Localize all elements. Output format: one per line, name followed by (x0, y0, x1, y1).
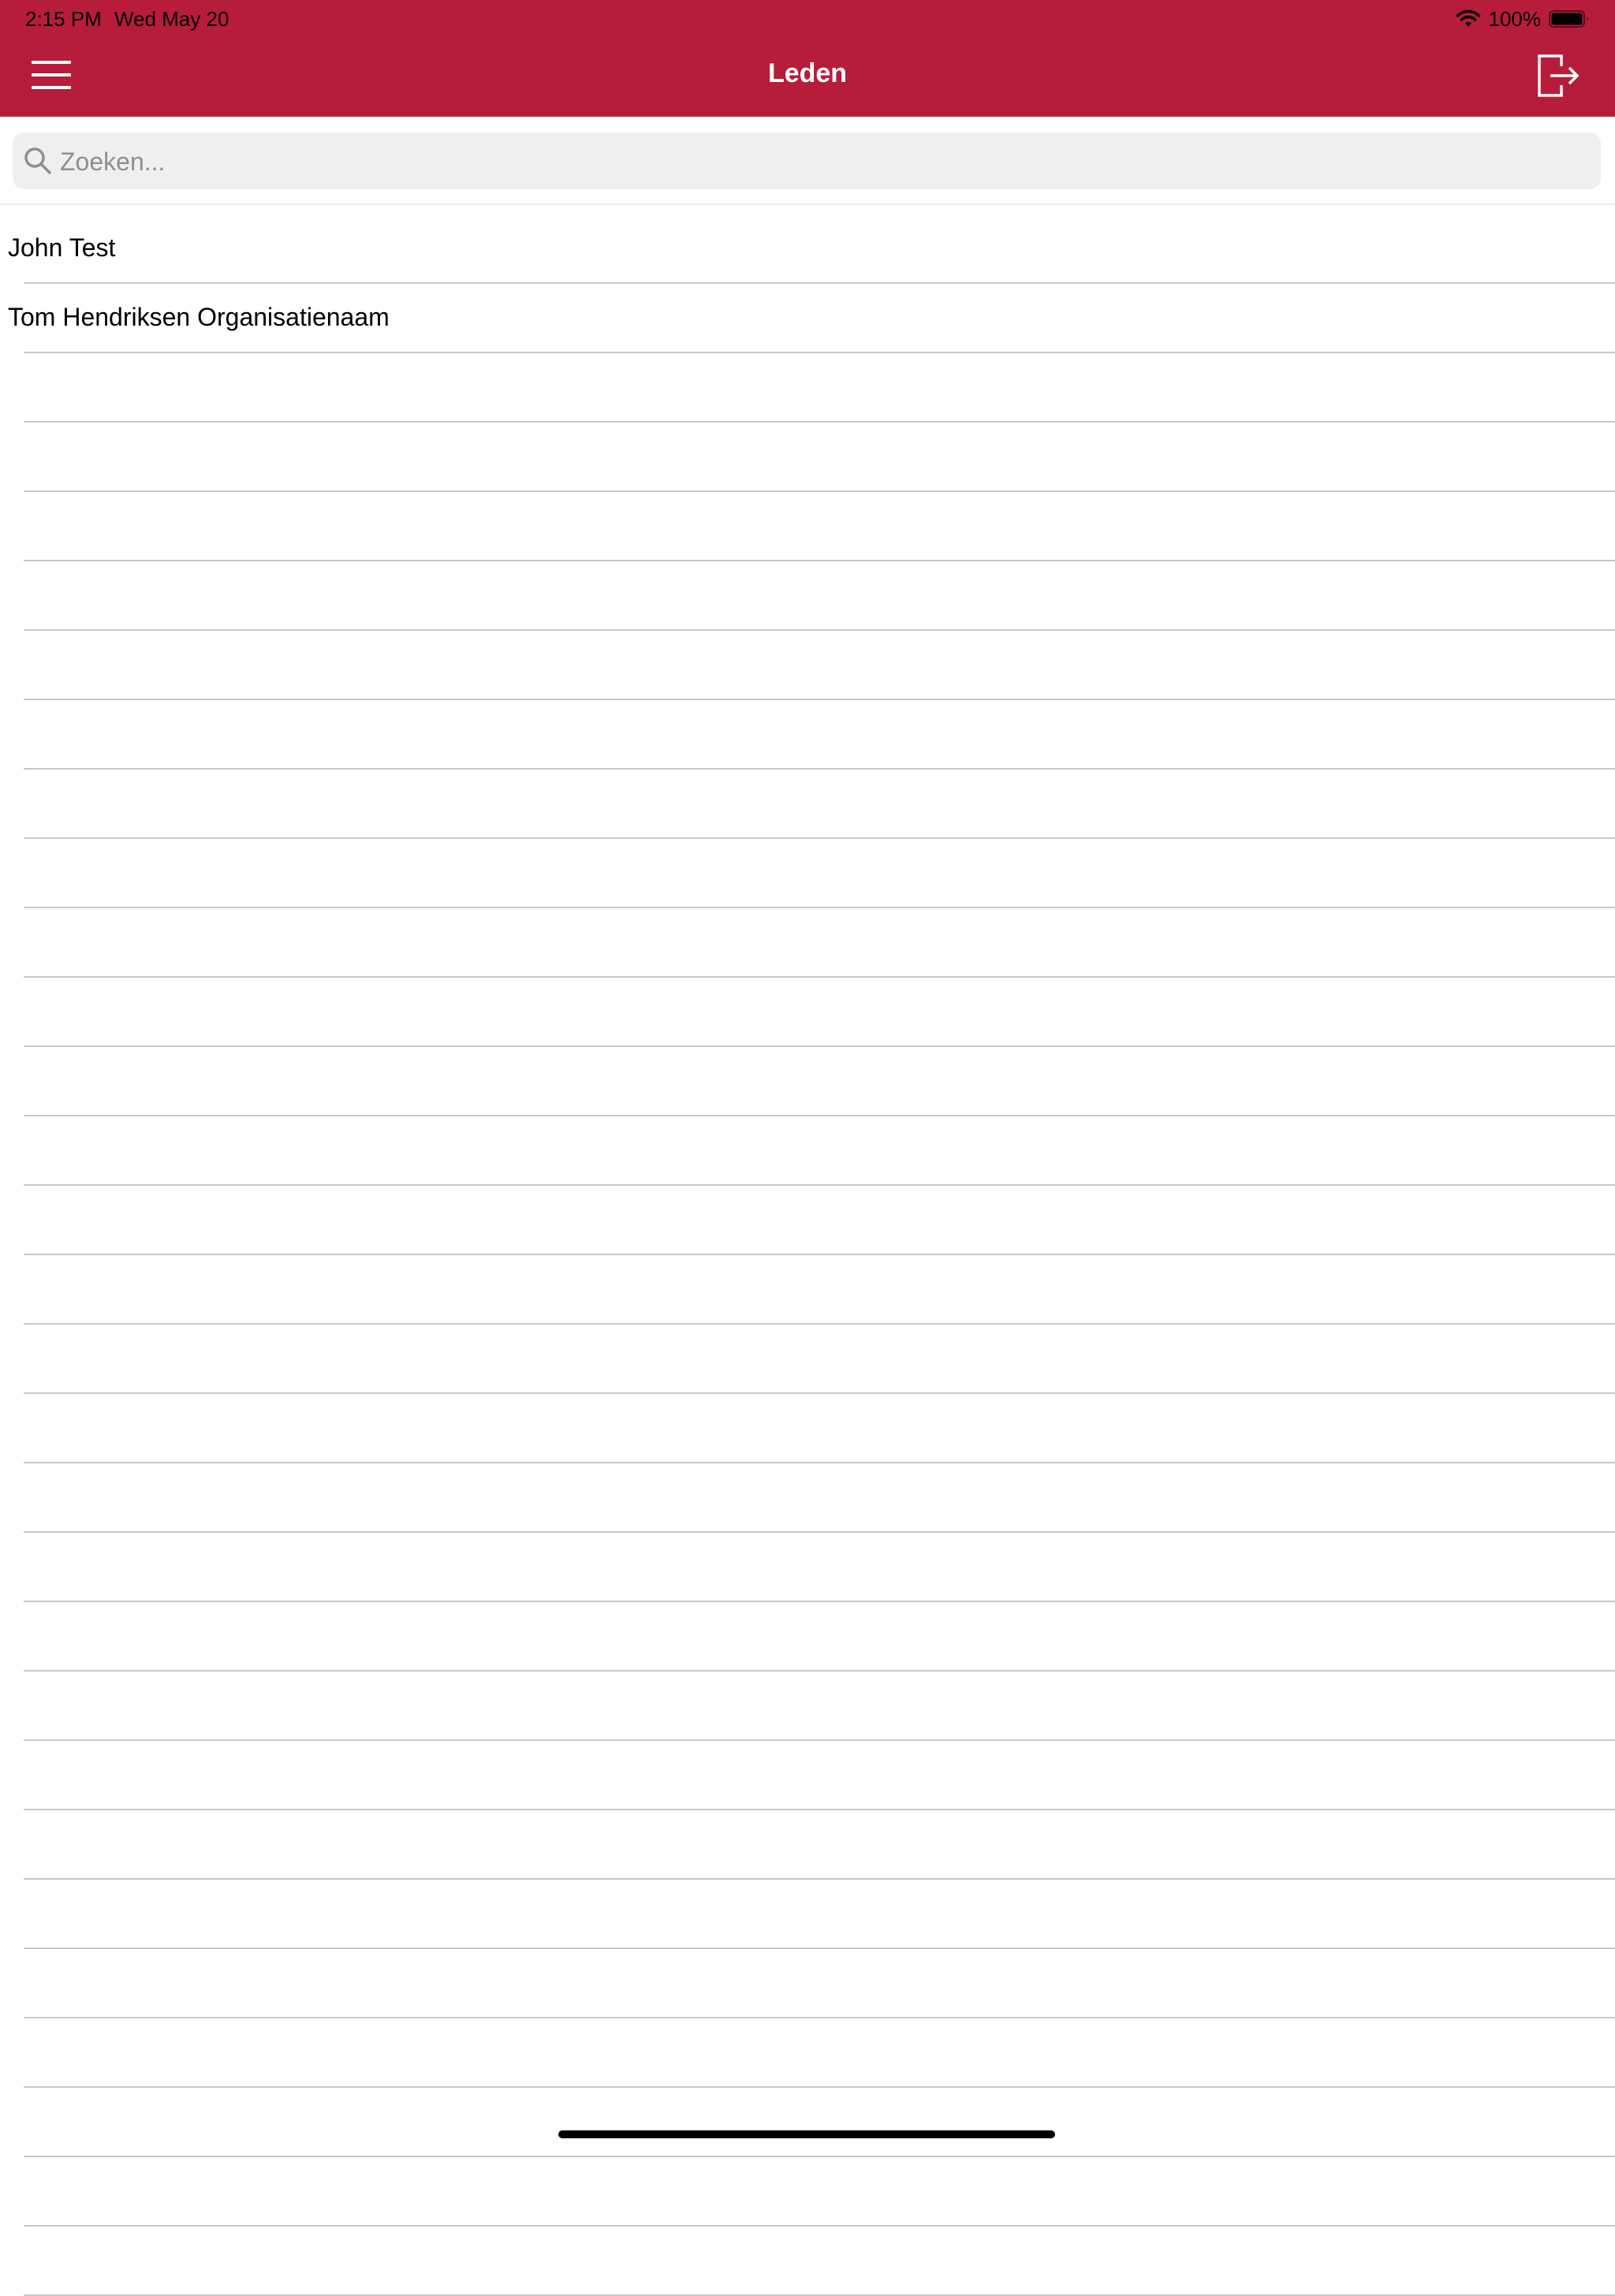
search-divider (0, 203, 1615, 205)
battery-percentage: 100% (1488, 6, 1542, 31)
list-item[interactable] (0, 1047, 1615, 1116)
list-item[interactable] (0, 839, 1615, 908)
list-item[interactable] (0, 2018, 1615, 2088)
member-list: John Test Tom Hendriksen Organisatienaam (0, 214, 1615, 2296)
search-input[interactable] (58, 132, 1591, 191)
list-item[interactable] (0, 2157, 1615, 2227)
list-item[interactable] (0, 1463, 1615, 1533)
list-item[interactable] (0, 1116, 1615, 1186)
list-item[interactable] (0, 492, 1615, 561)
home-indicator (558, 2130, 1055, 2138)
status-time: 2:15 PM (25, 7, 102, 31)
list-item[interactable] (0, 1672, 1615, 1741)
navigation-bar: 2:15 PM Wed May 20 100% Leden (0, 0, 1615, 117)
list-item[interactable]: John Test (0, 214, 1615, 284)
battery-icon (1549, 10, 1588, 28)
list-item[interactable] (0, 2227, 1615, 2296)
status-date: Wed May 20 (114, 7, 229, 31)
list-item[interactable] (0, 423, 1615, 492)
list-item[interactable]: Tom Hendriksen Organisatienaam (0, 284, 1615, 353)
logout-icon (1538, 54, 1580, 97)
list-item[interactable] (0, 700, 1615, 770)
list-item[interactable] (0, 1602, 1615, 1672)
list-item[interactable] (0, 1880, 1615, 1949)
search-icon (24, 147, 51, 174)
list-item[interactable] (0, 2088, 1615, 2157)
list-item[interactable] (0, 1394, 1615, 1463)
list-item[interactable] (0, 1533, 1615, 1602)
member-name: Tom Hendriksen Organisatienaam (8, 303, 390, 331)
search-bar[interactable] (13, 132, 1601, 191)
logout-button[interactable] (1536, 52, 1580, 99)
list-item[interactable] (0, 353, 1615, 423)
wifi-icon (1456, 9, 1480, 27)
list-item[interactable] (0, 561, 1615, 631)
list-item[interactable] (0, 1741, 1615, 1810)
list-item[interactable] (0, 1325, 1615, 1394)
page-title: Leden (767, 58, 848, 88)
member-name: John Test (8, 233, 116, 262)
list-item[interactable] (0, 770, 1615, 839)
list-item[interactable] (0, 908, 1615, 978)
list-item[interactable] (0, 631, 1615, 700)
list-item[interactable] (0, 1255, 1615, 1325)
list-item[interactable] (0, 1949, 1615, 2018)
list-item[interactable] (0, 1810, 1615, 1880)
list-item[interactable] (0, 1186, 1615, 1255)
status-indicators: 100% (1456, 6, 1591, 32)
list-item[interactable] (0, 978, 1615, 1047)
